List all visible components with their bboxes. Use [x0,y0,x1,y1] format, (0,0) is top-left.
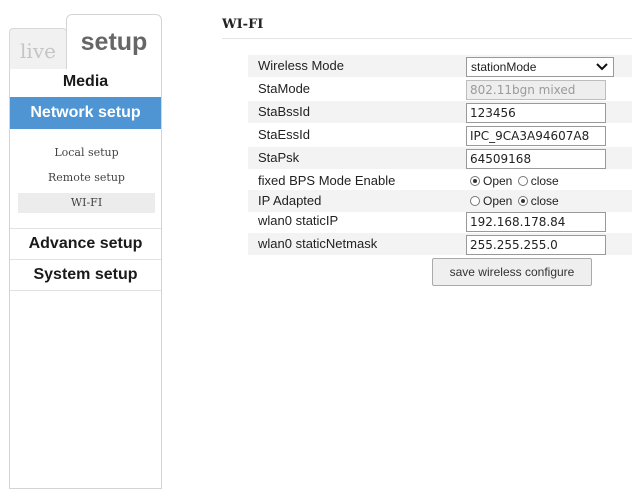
fixed-bps-label: fixed BPS Mode Enable [258,173,396,188]
sta-essid-field[interactable] [466,126,606,146]
fixed-bps-open-label: Open [483,174,513,188]
form-row-sta-essid: StaEssId [248,124,632,146]
wireless-mode-select[interactable]: stationMode [466,57,614,77]
tab-setup[interactable]: setup [66,14,162,70]
sta-mode-label: StaMode [258,81,311,96]
sidebar-item-advance-setup[interactable]: Advance setup [10,230,161,258]
form-row-wireless-mode: Wireless Mode stationMode [248,55,632,77]
section-title: WI-FI [222,17,264,32]
form-row-sta-psk: StaPsk [248,147,632,169]
fixed-bps-close-radio[interactable] [517,176,528,186]
ip-adapted-close-label: close [530,194,559,208]
sidebar: live setup Media Network setup Local set… [9,14,162,489]
sta-bssid-field[interactable] [466,103,606,123]
sta-psk-label: StaPsk [258,150,300,165]
wireless-mode-value: stationMode [471,60,537,74]
sidebar-item-system-setup[interactable]: System setup [10,261,161,289]
ip-adapted-open-radio[interactable] [470,196,480,206]
sta-psk-field[interactable] [466,149,606,169]
static-ip-field[interactable] [466,212,606,232]
sidebar-subitem-local-setup[interactable]: Local setup [18,143,155,163]
sidebar-item-media[interactable]: Media [10,69,161,94]
sta-essid-label: StaEssId [258,127,311,142]
form-row-sta-bssid: StaBssId [248,101,632,123]
sidebar-panel: Media Network setup Local setup Remote s… [9,69,162,489]
section-divider [222,38,632,39]
sta-mode-field [466,80,606,100]
static-ip-label: wlan0 staticIP [258,213,339,228]
form-row-static-ip: wlan0 staticIP [248,210,632,232]
sidebar-divider [10,259,161,260]
fixed-bps-close-label: close [530,174,559,188]
form-row-sta-mode: StaMode [248,78,632,100]
sidebar-item-network-setup[interactable]: Network setup [10,97,161,129]
sidebar-divider [10,290,161,291]
sidebar-subitem-wifi[interactable]: WI-FI [18,193,155,213]
sidebar-divider [10,228,161,229]
ip-adapted-open-label: Open [483,194,513,208]
form-row-ip-adapted: IP Adapted Open close [248,190,632,212]
static-netmask-field[interactable] [466,235,606,255]
form-row-static-netmask: wlan0 staticNetmask [248,233,632,255]
save-wireless-button[interactable]: save wireless configure [432,258,592,286]
ip-adapted-label: IP Adapted [258,193,322,208]
sta-bssid-label: StaBssId [258,104,311,119]
wireless-mode-label: Wireless Mode [258,58,344,73]
tab-live[interactable]: live [9,28,67,70]
form-row-fixed-bps: fixed BPS Mode Enable Open close [248,170,632,192]
sidebar-subitem-remote-setup[interactable]: Remote setup [18,168,155,188]
fixed-bps-open-radio[interactable] [470,176,480,186]
static-netmask-label: wlan0 staticNetmask [258,236,378,251]
ip-adapted-close-radio[interactable] [517,196,528,206]
